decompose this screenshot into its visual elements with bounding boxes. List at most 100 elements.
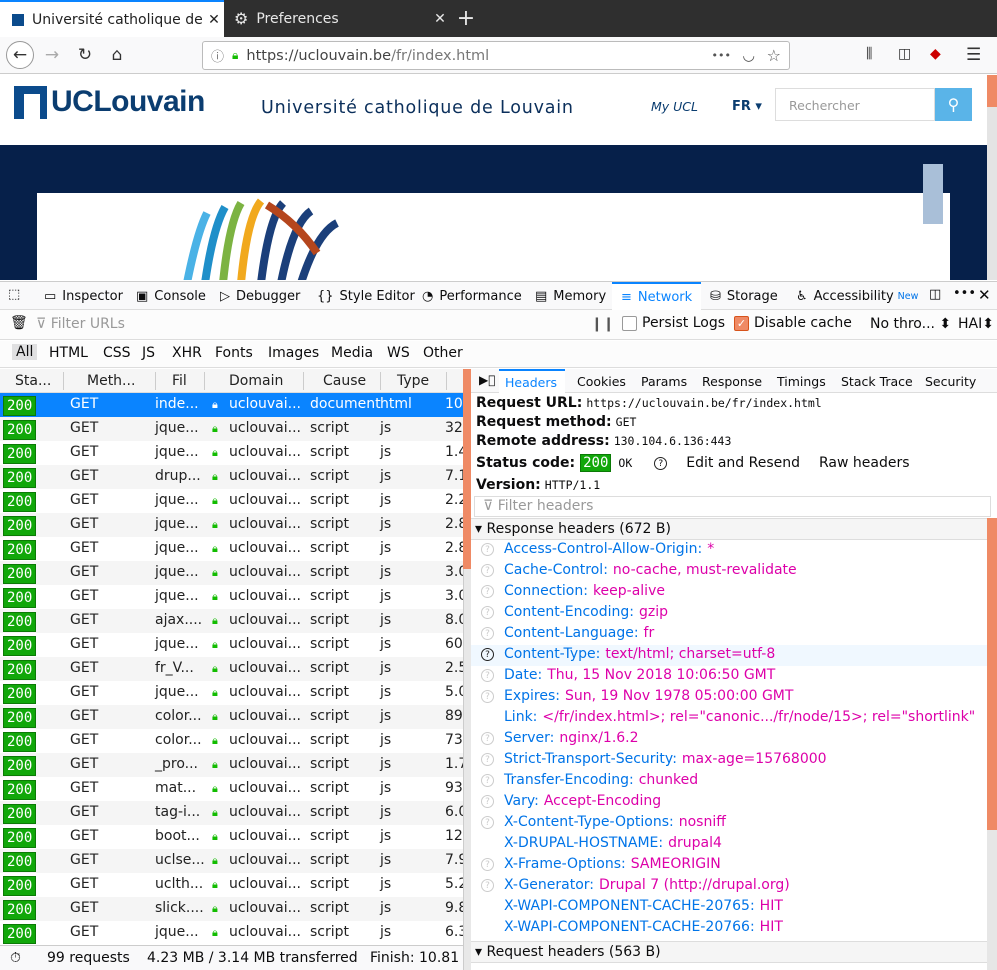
filter-media[interactable]: Media xyxy=(331,345,373,361)
language-selector[interactable]: FR ▾ xyxy=(732,99,762,114)
pause-icon[interactable]: ❙❙ xyxy=(591,316,614,332)
toggle-sidebar-icon[interactable]: ▶⃞ xyxy=(479,373,495,387)
header-row[interactable]: ? Connection: keep-alive xyxy=(471,582,987,603)
close-devtools-icon[interactable]: ✕ xyxy=(978,286,991,304)
filter-urls-input[interactable]: ⊽ Filter URLs xyxy=(36,314,576,336)
help-icon[interactable]: ? xyxy=(481,606,494,619)
tab-memory[interactable]: ▤ Memory xyxy=(535,282,606,310)
help-icon[interactable]: ? xyxy=(654,456,668,470)
tab-cookies[interactable]: Cookies xyxy=(577,369,626,393)
my-ucl-link[interactable]: My UCL xyxy=(651,99,698,114)
reload-button[interactable]: ↻ xyxy=(71,41,99,69)
extension-icon[interactable]: ◆ xyxy=(930,46,941,62)
table-row[interactable]: 200 GET jque... uclouvai... script js 2.8 🔒︎ xyxy=(0,537,463,561)
tab-params[interactable]: Params xyxy=(641,369,687,393)
raw-headers-toggle[interactable]: Raw headers xyxy=(819,455,910,471)
table-row[interactable]: 200 GET color... uclouvai... script js 73 🔒︎ xyxy=(0,729,463,753)
tab-inspector[interactable]: ▭ Inspector xyxy=(44,282,123,310)
table-row[interactable]: 200 GET jque... uclouvai... script js 32 🔒︎ xyxy=(0,417,463,441)
table-row[interactable]: 200 GET boot... uclouvai... script js 12 🔒︎ xyxy=(0,825,463,849)
header-row[interactable]: ? X-Content-Type-Options: nosniff xyxy=(471,813,987,834)
table-row[interactable]: 200 GET jque... uclouvai... script js 1.4 🔒︎ xyxy=(0,441,463,465)
header-row[interactable]: ? Expires: Sun, 19 Nov 1978 05:00:00 GMT xyxy=(471,687,987,708)
tab-timings[interactable]: Timings xyxy=(777,369,826,393)
header-row[interactable]: ? Cache-Control: no-cache, must-revalidate xyxy=(471,561,987,582)
table-row[interactable]: 200 GET tag-i... uclouvai... script js 6.0 🔒︎ xyxy=(0,801,463,825)
persist-logs-checkbox[interactable]: Persist Logs xyxy=(622,315,725,331)
table-row[interactable]: 200 GET jque... uclouvai... script js 6.3 🔒︎ xyxy=(0,921,463,945)
forward-button[interactable]: → xyxy=(38,41,66,69)
pocket-icon[interactable]: ◡ xyxy=(742,48,755,64)
home-button[interactable]: ⌂ xyxy=(103,41,131,69)
back-button[interactable]: ← xyxy=(6,41,34,69)
table-row[interactable]: 200 GET jque... uclouvai... script js 2.2 🔒︎ xyxy=(0,489,463,513)
browser-tab-active[interactable]: Université catholique de ✕ xyxy=(0,0,224,37)
sidebar-icon[interactable]: ◫ xyxy=(898,46,911,62)
header-row[interactable]: X-WAPI-COMPONENT-CACHE-20766: HIT xyxy=(471,918,987,939)
tab-accessibility[interactable]: ♿︎ Accessibility New xyxy=(796,282,918,310)
table-row[interactable]: 200 GET color... uclouvai... script js 89 🔒︎ xyxy=(0,705,463,729)
help-icon[interactable]: ? xyxy=(481,564,494,577)
help-icon[interactable]: ? xyxy=(481,816,494,829)
bookmark-star-icon[interactable]: ☆ xyxy=(767,46,781,65)
table-row[interactable]: 200 GET jque... uclouvai... script js 5.0 🔒︎ xyxy=(0,681,463,705)
page-actions-icon[interactable]: ••• xyxy=(712,49,731,62)
help-icon[interactable]: ? xyxy=(481,543,494,556)
response-headers-section[interactable]: ▾ Response headers (672 B) xyxy=(471,518,987,540)
close-tab-icon[interactable]: ✕ xyxy=(430,11,450,27)
edit-resend-button[interactable]: Edit and Resend xyxy=(686,455,800,471)
header-row[interactable]: ? Date: Thu, 15 Nov 2018 10:06:50 GMT xyxy=(471,666,987,687)
tab-headers[interactable]: Headers xyxy=(499,369,565,393)
header-row[interactable]: ? Strict-Transport-Security: max-age=15768… xyxy=(471,750,987,771)
search-button[interactable]: ⚲ xyxy=(935,88,972,121)
uclouvain-logo[interactable]: UCLouvain xyxy=(14,85,205,119)
tab-stack-trace[interactable]: Stack Trace xyxy=(841,369,913,393)
header-row[interactable]: ? Server: nginx/1.6.2 xyxy=(471,729,987,750)
har-menu[interactable]: HAI⬍ xyxy=(958,316,994,332)
help-icon[interactable]: ? xyxy=(481,879,494,892)
header-row[interactable]: ? Transfer-Encoding: chunked xyxy=(471,771,987,792)
help-icon[interactable]: ? xyxy=(481,858,494,871)
details-scrollbar-thumb[interactable] xyxy=(987,518,997,830)
table-row[interactable]: 200 GET jque... uclouvai... script js 3.0 🔒︎ xyxy=(0,585,463,609)
header-row[interactable]: ? X-Frame-Options: SAMEORIGIN xyxy=(471,855,987,876)
table-row[interactable]: 200 GET uclse... uclouvai... script js 7.9 🔒︎ xyxy=(0,849,463,873)
help-icon[interactable]: ? xyxy=(481,753,494,766)
filter-css[interactable]: CSS xyxy=(103,345,131,361)
tab-debugger[interactable]: ▷ Debugger xyxy=(220,282,300,310)
header-row[interactable]: ? Vary: Accept-Encoding xyxy=(471,792,987,813)
dock-icon[interactable]: ◫ xyxy=(929,287,941,302)
help-icon[interactable]: ? xyxy=(481,690,494,703)
library-icon[interactable]: ⫼ xyxy=(866,46,872,62)
tab-console[interactable]: ▣ Console xyxy=(136,282,206,310)
browser-tab-preferences[interactable]: ⚙ Preferences ✕ xyxy=(224,0,450,37)
page-scrollbar[interactable] xyxy=(987,75,997,280)
filter-images[interactable]: Images xyxy=(268,345,319,361)
more-options-icon[interactable]: ••• xyxy=(953,286,976,301)
table-row[interactable]: 200 GET mat... uclouvai... script js 93 🔒︎ xyxy=(0,777,463,801)
filter-other[interactable]: Other xyxy=(423,345,463,361)
table-row[interactable]: 200 GET jque... uclouvai... script js 2.8 🔒︎ xyxy=(0,513,463,537)
throttling-select[interactable]: No thro... ⬍ xyxy=(870,316,951,332)
header-row[interactable]: ? Content-Language: fr xyxy=(471,624,987,645)
table-row[interactable]: 200 GET drup... uclouvai... script js 7.1 🔒︎ xyxy=(0,465,463,489)
pick-element-icon[interactable]: ⬚ xyxy=(8,287,20,302)
filter-html[interactable]: HTML xyxy=(49,345,88,361)
header-row[interactable]: Link: </fr/index.html>; rel="canonic.../f… xyxy=(471,708,987,729)
filter-js[interactable]: JS xyxy=(142,345,155,361)
column-method[interactable]: Meth... xyxy=(87,373,135,389)
filter-xhr[interactable]: XHR xyxy=(172,345,202,361)
column-type[interactable]: Type xyxy=(397,373,429,389)
filter-headers-input[interactable]: ⊽ Filter headers xyxy=(474,496,991,517)
header-row[interactable]: ? Access-Control-Allow-Origin: * xyxy=(471,540,987,561)
table-row[interactable]: 200 GET jque... uclouvai... script js 3.0 🔒︎ xyxy=(0,561,463,585)
requests-scrollbar-thumb[interactable] xyxy=(463,369,471,569)
table-row[interactable]: 200 GET fr_V... uclouvai... script js 2.5 🔒︎ xyxy=(0,657,463,681)
table-row[interactable]: 200 GET slick.... uclouvai... script js 9.8 🔒︎ xyxy=(0,897,463,921)
info-icon[interactable]: ⓘ xyxy=(211,46,224,65)
table-row[interactable]: 200 GET inde... uclouvai... document html 10 🔒︎ xyxy=(0,393,463,417)
search-input[interactable]: Rechercher xyxy=(775,88,935,121)
help-icon[interactable]: ? xyxy=(481,648,494,661)
filter-ws[interactable]: WS xyxy=(387,345,410,361)
tab-performance[interactable]: ◔ Performance xyxy=(422,282,522,310)
